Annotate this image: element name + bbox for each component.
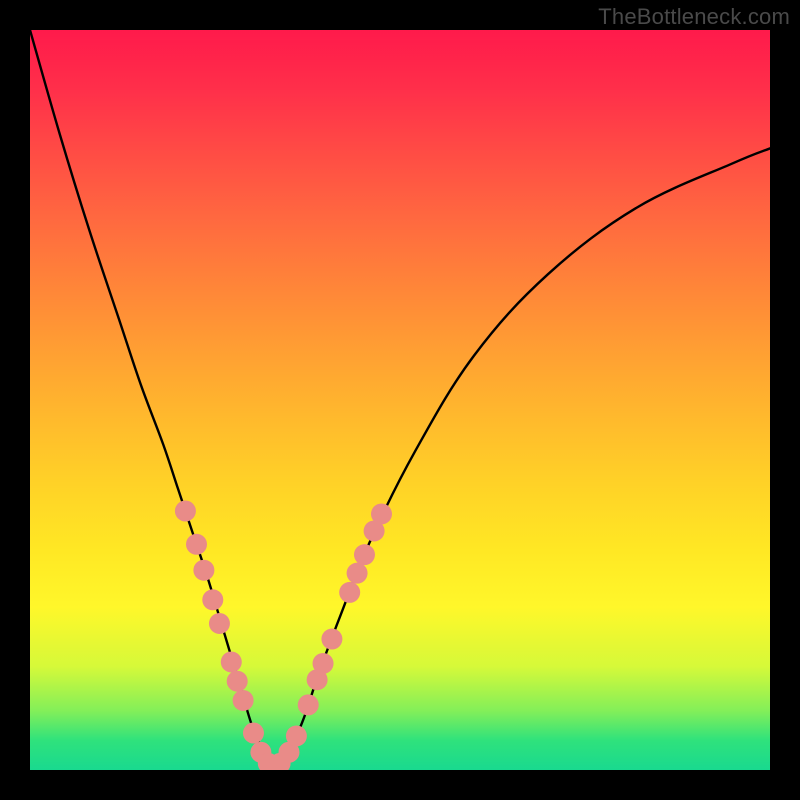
curve-marker xyxy=(221,651,242,672)
curve-marker xyxy=(298,694,319,715)
curve-marker xyxy=(209,613,230,634)
curve-marker xyxy=(339,582,360,603)
watermark-text: TheBottleneck.com xyxy=(598,4,790,30)
curve-marker xyxy=(233,690,254,711)
bottleneck-curve xyxy=(30,30,770,767)
curve-marker xyxy=(321,629,342,650)
curve-marker xyxy=(371,503,392,524)
curve-svg xyxy=(30,30,770,770)
curve-marker xyxy=(286,725,307,746)
curve-marker xyxy=(186,534,207,555)
curve-marker xyxy=(175,501,196,522)
curve-marker xyxy=(347,563,368,584)
curve-marker xyxy=(313,653,334,674)
chart-container: TheBottleneck.com xyxy=(0,0,800,800)
curve-marker xyxy=(193,560,214,581)
curve-marker xyxy=(354,544,375,565)
curve-marker xyxy=(243,723,264,744)
curve-marker xyxy=(202,589,223,610)
curve-marker xyxy=(227,671,248,692)
curve-markers xyxy=(175,501,392,771)
plot-area xyxy=(30,30,770,770)
